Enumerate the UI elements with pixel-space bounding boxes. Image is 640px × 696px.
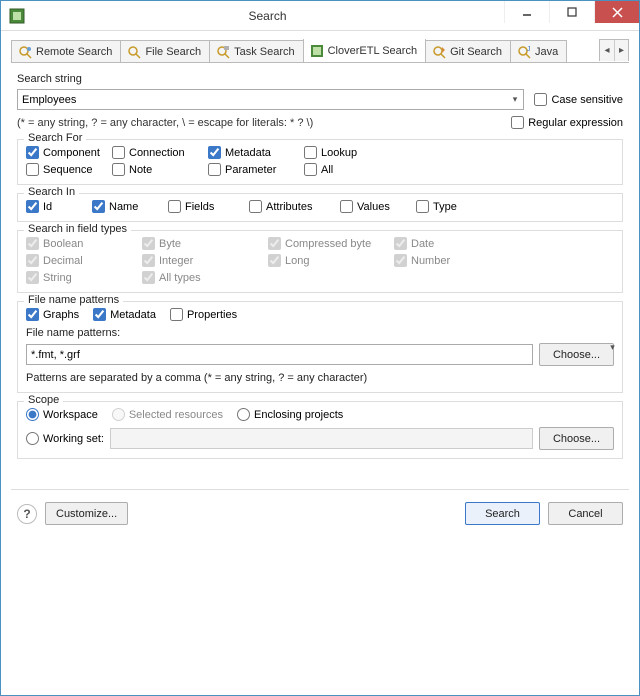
scope-working-set-radio[interactable]: Working set: [26,432,104,445]
scope-enclosing-projects-radio[interactable]: Enclosing projects [237,408,343,421]
tab-label: File Search [145,46,201,58]
app-icon [3,2,31,30]
case-sensitive-label: Case sensitive [551,94,623,106]
checkbox-long: Long [268,254,388,267]
regex-checkbox[interactable]: Regular expression [511,116,623,129]
tab-scroll-right[interactable]: ▸ [614,40,628,61]
checkbox-all-types: All types [142,271,262,284]
tab-cloveretl-search[interactable]: CloverETL Search [303,39,426,62]
tab-file-search[interactable]: File Search [120,40,210,62]
case-sensitive-checkbox[interactable]: Case sensitive [534,93,623,106]
tab-bar: Remote Search File Search Task Search Cl… [11,39,629,63]
patterns-metadata-checkbox[interactable]: Metadata [93,308,156,321]
maximize-button[interactable] [549,1,594,23]
patterns-properties-checkbox[interactable]: Properties [170,308,237,321]
working-set-input [110,428,533,449]
checkbox-fields[interactable]: Fields [168,200,243,213]
checkbox-date: Date [394,237,494,250]
filename-patterns-title: File name patterns [24,294,123,306]
checkbox-lookup[interactable]: Lookup [304,146,384,159]
tab-label: Git Search [450,46,502,58]
tab-git-search[interactable]: Git Search [425,40,511,62]
minimize-button[interactable] [504,1,549,23]
task-search-icon [216,45,230,59]
dialog-footer: ? Customize... Search Cancel [11,489,629,531]
cancel-button[interactable]: Cancel [548,502,623,525]
filename-patterns-hint: Patterns are separated by a comma (* = a… [26,372,614,384]
scope-group: Scope Workspace Selected resources Enclo… [17,401,623,459]
checkbox-connection[interactable]: Connection [112,146,202,159]
field-types-title: Search in field types [24,223,131,235]
svg-text:J: J [527,46,531,53]
tab-label: CloverETL Search [328,45,417,57]
checkbox-decimal: Decimal [26,254,136,267]
search-button[interactable]: Search [465,502,540,525]
close-button[interactable] [594,1,639,23]
checkbox-metadata[interactable]: Metadata [208,146,298,159]
tab-label: Java [535,46,558,58]
checkbox-sequence[interactable]: Sequence [26,163,106,176]
search-string-input[interactable] [17,89,524,110]
checkbox-string: String [26,271,136,284]
remote-search-icon [18,45,32,59]
tab-remote-search[interactable]: Remote Search [11,40,121,62]
titlebar: Search [1,1,639,31]
checkbox-attributes[interactable]: Attributes [249,200,334,213]
tab-java-search[interactable]: J Java [510,40,567,62]
customize-button[interactable]: Customize... [45,502,128,525]
scope-selected-resources-radio: Selected resources [112,408,223,421]
checkbox-note[interactable]: Note [112,163,202,176]
working-set-choose-button[interactable]: Choose... [539,427,614,450]
regex-label: Regular expression [528,117,623,129]
tab-scroll-controls: ◂ ▸ [599,39,629,61]
checkbox-name[interactable]: Name [92,200,162,213]
tab-scroll-left[interactable]: ◂ [600,40,614,61]
search-string-hint: (* = any string, ? = any character, \ = … [17,117,511,129]
window-title: Search [31,9,504,23]
java-search-icon: J [517,45,531,59]
scope-title: Scope [24,394,63,406]
scope-workspace-radio[interactable]: Workspace [26,408,98,421]
checkbox-all[interactable]: All [304,163,384,176]
search-for-title: Search For [24,132,86,144]
search-in-title: Search In [24,186,79,198]
checkbox-component[interactable]: Component [26,146,106,159]
search-for-group: Search For ComponentConnectionMetadataLo… [17,139,623,185]
patterns-graphs-checkbox[interactable]: Graphs [26,308,79,321]
help-icon[interactable]: ? [17,504,37,524]
tab-label: Remote Search [36,46,112,58]
checkbox-boolean: Boolean [26,237,136,250]
field-types-group: Search in field types BooleanByteCompres… [17,230,623,293]
checkbox-byte: Byte [142,237,262,250]
checkbox-compressed-byte: Compressed byte [268,237,388,250]
search-string-label: Search string [17,73,623,85]
search-in-group: Search In IdNameFieldsAttributesValuesTy… [17,193,623,222]
tab-label: Task Search [234,46,295,58]
tab-task-search[interactable]: Task Search [209,40,304,62]
filename-patterns-label: File name patterns: [26,327,614,339]
checkbox-parameter[interactable]: Parameter [208,163,298,176]
file-search-icon [127,45,141,59]
patterns-choose-button[interactable]: Choose... [539,343,614,366]
cloveretl-icon [310,44,324,58]
checkbox-type[interactable]: Type [416,200,476,213]
filename-patterns-input[interactable] [26,344,533,365]
checkbox-id[interactable]: Id [26,200,86,213]
checkbox-values[interactable]: Values [340,200,410,213]
checkbox-number: Number [394,254,494,267]
checkbox-integer: Integer [142,254,262,267]
git-search-icon [432,45,446,59]
filename-patterns-group: File name patterns Graphs Metadata Prope… [17,301,623,393]
